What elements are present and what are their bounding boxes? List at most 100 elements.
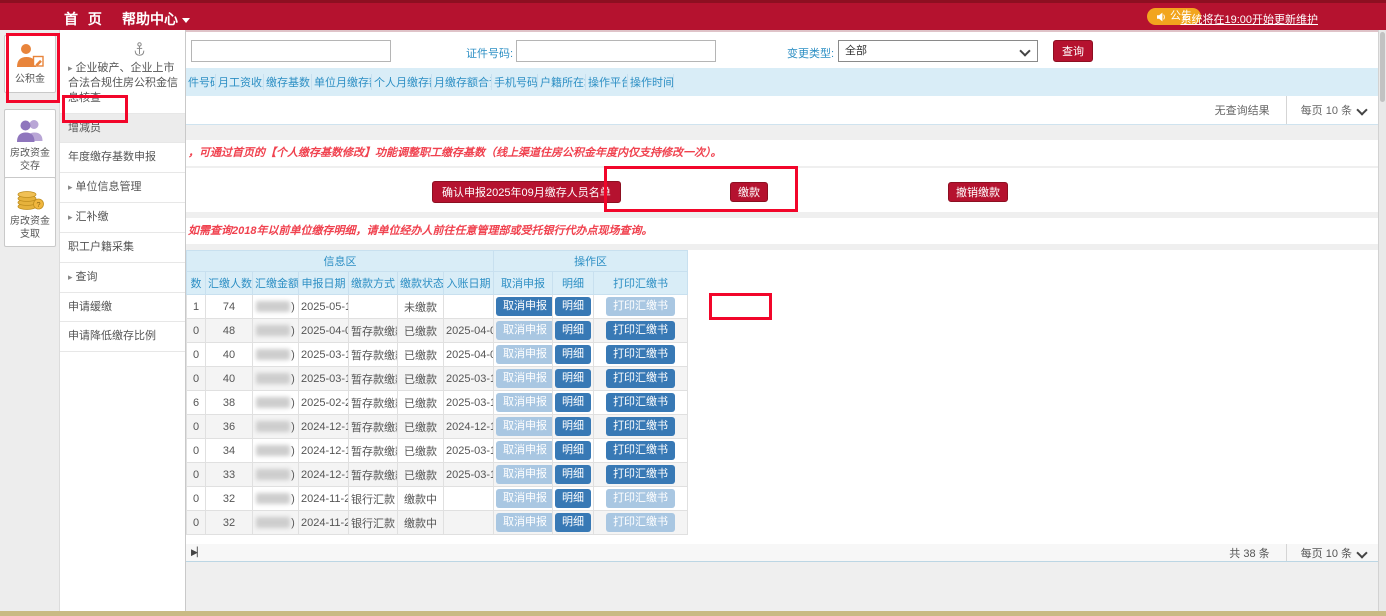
table-row: 040)2025-03-14暂存款缴款已缴款2025-03-14取消申报明细打印… (187, 367, 688, 391)
menu-item[interactable]: ▸汇补缴 (60, 203, 185, 233)
menu-item-label: 单位信息管理 (76, 181, 142, 193)
amount-cell: ) (253, 319, 299, 343)
amount-cell: ) (253, 487, 299, 511)
print-remittance-button[interactable]: 打印汇缴书 (606, 321, 675, 340)
column-header: 个人月缴存额 (372, 74, 432, 90)
menu-item[interactable]: 申请降低缴存比例 (60, 322, 185, 352)
scroll-to-end-icon[interactable]: ▶▏ (186, 547, 203, 558)
cancel-declare-cell: 取消申报 (494, 439, 553, 463)
menu-item[interactable]: ▸单位信息管理 (60, 173, 185, 203)
revoke-payment-button[interactable]: 撤销缴款 (948, 182, 1008, 202)
cancel-declare-button: 取消申报 (496, 441, 553, 460)
page-size-value: 每页 10 条 (1301, 102, 1352, 118)
print-remittance-button[interactable]: 打印汇缴书 (606, 417, 675, 436)
print-cell: 打印汇缴书 (594, 367, 688, 391)
detail-button[interactable]: 明细 (555, 297, 591, 316)
expand-arrow-icon: ▸ (68, 212, 73, 222)
module-rail: 公积金 房改资金交存 ? 房改资金支取 (0, 30, 60, 616)
detail-button[interactable]: 明细 (555, 345, 591, 364)
caret-down-icon (182, 18, 190, 23)
print-remittance-button[interactable]: 打印汇缴书 (606, 465, 675, 484)
detail-button[interactable]: 明细 (555, 417, 591, 436)
column-header: 月缴存额合计 (432, 74, 492, 90)
menu-item[interactable]: 申请缓缴 (60, 293, 185, 323)
expand-arrow-icon: ▸ (68, 182, 73, 192)
change-type-label: 变更类型: (787, 45, 834, 61)
entry-date-cell: 2025-04-09 (444, 319, 494, 343)
detail-button[interactable]: 明细 (555, 465, 591, 484)
table-row: 174)2025-05-13未缴款取消申报明细打印汇缴书 (187, 295, 688, 319)
app-window: 首 页 帮助中心 公告 系统将在19:00开始更新维护 公积金 (0, 0, 1386, 616)
base-adjust-note: ，可通过首页的【个人缴存基数修改】功能调整职工缴存基数（线上渠道住房公积金年度内… (186, 140, 1378, 166)
pay-status-cell: 缴款中 (398, 511, 444, 535)
rail-item-fanggai-jiaocun[interactable]: 房改资金交存 (4, 109, 56, 179)
rail-item-label: 房改资金支取 (5, 216, 55, 241)
pay-method-cell: 暂存款缴款 (349, 439, 398, 463)
detail-cell: 明细 (553, 463, 594, 487)
menu-item[interactable]: 职工户籍采集 (60, 233, 185, 263)
print-remittance-button[interactable]: 打印汇缴书 (606, 345, 675, 364)
pay-button[interactable]: 缴款 (730, 182, 768, 202)
print-remittance-button[interactable]: 打印汇缴书 (606, 393, 675, 412)
cancel-declare-button: 取消申报 (496, 345, 553, 364)
menu-item[interactable]: ▸查询 (60, 263, 185, 293)
cancel-declare-button: 取消申报 (496, 369, 553, 388)
menu-item[interactable]: 增减员 (60, 114, 185, 144)
people-count-cell: 40 (206, 367, 253, 391)
print-remittance-button[interactable]: 打印汇缴书 (606, 441, 675, 460)
print-cell: 打印汇缴书 (594, 511, 688, 535)
page-size-select[interactable]: 每页 10 条 (1286, 96, 1378, 124)
side-menu-panel: ▸企业破产、企业上市合法合规住房公积金信息核查增减员年度缴存基数申报▸单位信息管… (60, 30, 186, 616)
detail-cell: 明细 (553, 415, 594, 439)
detail-button[interactable]: 明细 (555, 369, 591, 388)
print-cell: 打印汇缴书 (594, 487, 688, 511)
cancel-declare-cell: 取消申报 (494, 343, 553, 367)
search-button[interactable]: 查询 (1053, 40, 1093, 62)
change-type-value: 全部 (845, 45, 867, 57)
change-count-cell: 0 (187, 319, 206, 343)
print-remittance-button: 打印汇缴书 (606, 513, 675, 532)
column-header: 数 (187, 272, 206, 295)
vertical-scrollbar[interactable] (1378, 30, 1386, 616)
column-header: 缴款状态 (398, 272, 444, 295)
column-header: 取消申报 (494, 272, 553, 295)
detail-button[interactable]: 明细 (555, 489, 591, 508)
amount-cell: ) (253, 295, 299, 319)
confirm-declare-button[interactable]: 确认申报2025年09月缴存人员名单 (432, 181, 621, 203)
detail-button[interactable]: 明细 (555, 393, 591, 412)
cancel-declare-cell: 取消申报 (494, 511, 553, 535)
print-cell: 打印汇缴书 (594, 415, 688, 439)
detail-button[interactable]: 明细 (555, 513, 591, 532)
declare-date-cell: 2025-05-13 (299, 295, 349, 319)
detail-button[interactable]: 明细 (555, 441, 591, 460)
page-size-select[interactable]: 每页 10 条 (1286, 544, 1378, 561)
redacted-amount (256, 469, 290, 480)
rail-item-fanggai-zhiqu[interactable]: ? 房改资金支取 (4, 177, 56, 247)
menu-item[interactable]: 年度缴存基数申报 (60, 143, 185, 173)
scrollbar-thumb[interactable] (1380, 32, 1385, 102)
declare-date-cell: 2024-12-18 (299, 415, 349, 439)
print-remittance-button[interactable]: 打印汇缴书 (606, 369, 675, 388)
change-count-cell: 6 (187, 391, 206, 415)
nav-help-menu[interactable]: 帮助中心 (122, 9, 190, 29)
pay-method-cell: 暂存款缴款 (349, 319, 398, 343)
cert-number-input[interactable] (516, 40, 716, 62)
coins-icon: ? (15, 185, 45, 211)
rail-item-gongjijin[interactable]: 公积金 (4, 35, 56, 93)
detail-cell: 明细 (553, 295, 594, 319)
detail-cell: 明细 (553, 439, 594, 463)
table-row: 638)2025-02-20暂存款缴款已缴款2025-03-14取消申报明细打印… (187, 391, 688, 415)
cancel-declare-button[interactable]: 取消申报 (496, 297, 553, 316)
redacted-amount (256, 301, 290, 312)
unit-account-input[interactable] (191, 40, 391, 62)
change-type-select[interactable]: 全部 (838, 40, 1038, 62)
redacted-amount (256, 493, 290, 504)
menu-item[interactable]: ▸企业破产、企业上市合法合规住房公积金信息核查 (60, 54, 185, 114)
cancel-declare-cell: 取消申报 (494, 415, 553, 439)
nav-home-link[interactable]: 首 页 (64, 9, 105, 29)
detail-button[interactable]: 明细 (555, 321, 591, 340)
table-row: 048)2025-04-09暂存款缴款已缴款2025-04-09取消申报明细打印… (187, 319, 688, 343)
print-remittance-button: 打印汇缴书 (606, 489, 675, 508)
change-count-cell: 0 (187, 439, 206, 463)
system-notice-link[interactable]: 系统将在19:00开始更新维护 (1180, 11, 1318, 27)
